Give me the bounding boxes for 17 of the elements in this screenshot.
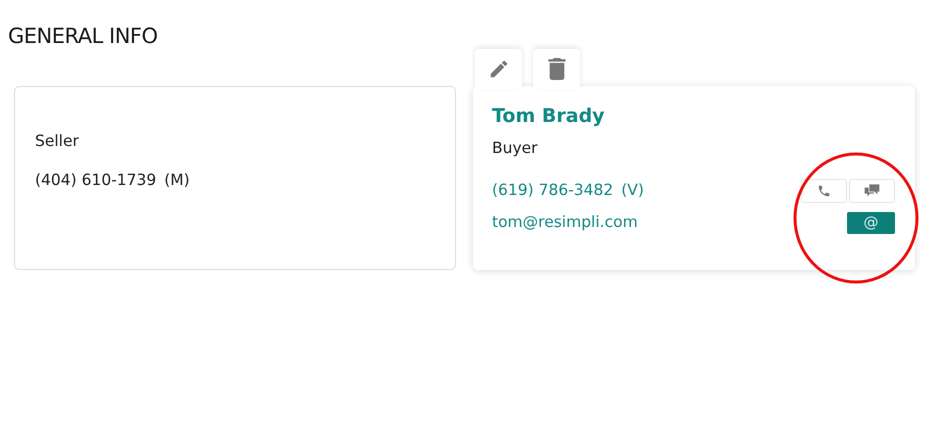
chat-icon [864, 184, 880, 198]
contact-role: Seller [35, 131, 80, 152]
delete-button[interactable] [533, 49, 580, 90]
contact-role: Buyer [492, 138, 539, 159]
email-address[interactable]: tom@resimpli.com [492, 210, 638, 234]
edit-button[interactable] [475, 49, 522, 90]
section-heading: GENERAL INFO [7, 23, 159, 50]
phone-number: (404) 610-1739 [35, 170, 156, 192]
phone-type: (V) [621, 180, 644, 202]
phone-type: (M) [164, 170, 190, 192]
phone-number[interactable]: (619) 786-3482 [492, 179, 614, 203]
message-button[interactable] [849, 178, 895, 203]
delete-icon [548, 58, 566, 80]
call-button[interactable] [801, 178, 847, 203]
phone-icon [817, 184, 831, 198]
email-button[interactable]: @ [847, 212, 895, 234]
contact-name[interactable]: Tom Brady [492, 102, 895, 131]
